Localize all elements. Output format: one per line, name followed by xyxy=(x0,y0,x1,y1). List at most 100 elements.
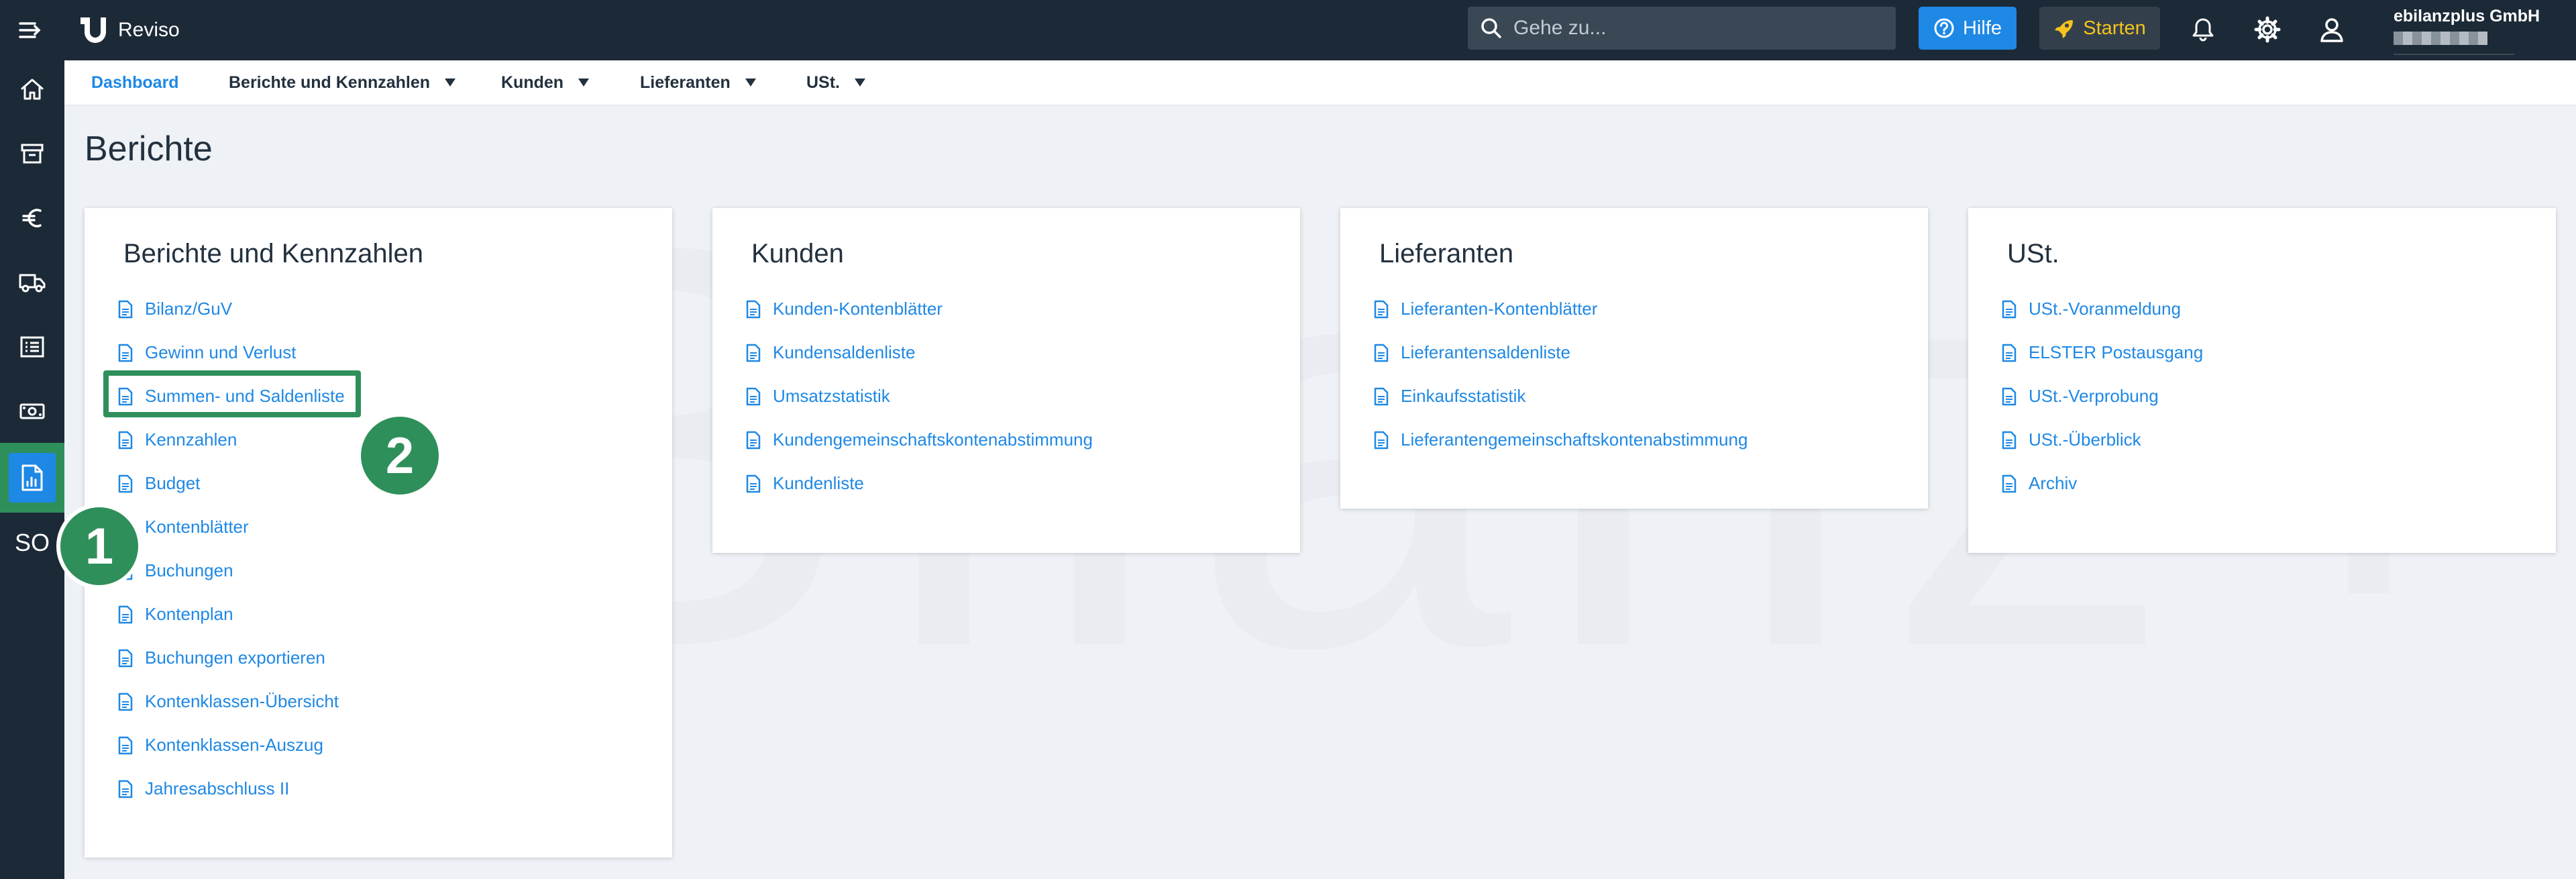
report-list: Lieferanten-Kontenblätter Lieferantensal… xyxy=(1374,287,1748,462)
subnav-dashboard[interactable]: Dashboard xyxy=(91,60,179,105)
company-name: ebilanzplus GmbH xyxy=(2394,7,2540,25)
report-link-budget[interactable]: Budget xyxy=(118,462,345,505)
report-label: Kontenblätter xyxy=(145,517,249,537)
document-icon xyxy=(118,300,133,318)
cash-icon xyxy=(19,403,45,419)
subnav-lieferanten[interactable]: Lieferanten xyxy=(640,60,756,105)
home-icon xyxy=(21,79,44,100)
report-label: Kontenplan xyxy=(145,604,233,624)
search-input[interactable] xyxy=(1512,16,1877,40)
document-icon xyxy=(118,387,133,405)
report-link-buchungen[interactable]: Buchungen xyxy=(118,549,345,592)
document-icon xyxy=(2002,474,2017,493)
search-icon xyxy=(1481,18,1501,38)
report-link-kundensaldenliste[interactable]: Kundensaldenliste xyxy=(746,331,1093,374)
document-icon xyxy=(118,649,133,667)
report-link-buchungen-exportieren[interactable]: Buchungen exportieren xyxy=(118,636,345,680)
sidebar-item-so[interactable]: SO xyxy=(0,519,64,566)
document-icon xyxy=(1374,300,1389,318)
report-link-ust-verprobung[interactable]: USt.-Verprobung xyxy=(2002,374,2203,418)
document-icon xyxy=(118,736,133,754)
help-label: Hilfe xyxy=(1962,17,2002,39)
document-icon xyxy=(118,344,133,362)
document-icon xyxy=(118,474,133,493)
euro-icon xyxy=(22,209,42,227)
report-list: Kunden-Kontenblätter Kundensaldenliste U… xyxy=(746,287,1093,505)
report-link-gewinn-verlust[interactable]: Gewinn und Verlust xyxy=(118,331,345,374)
document-icon xyxy=(746,344,761,362)
report-link-kundenliste[interactable]: Kundenliste xyxy=(746,462,1093,505)
page-title: Berichte xyxy=(85,130,213,168)
truck-icon xyxy=(19,274,46,293)
gear-icon[interactable] xyxy=(2250,12,2285,47)
document-icon xyxy=(118,431,133,449)
report-label: Lieferantensaldenliste xyxy=(1401,342,1570,362)
report-link-kontenklassen-auszug[interactable]: Kontenklassen-Auszug xyxy=(118,723,345,767)
sidebar-item-archive[interactable] xyxy=(0,130,64,177)
report-label: Kennzahlen xyxy=(145,429,237,450)
document-icon xyxy=(2002,431,2017,449)
report-link-summen-saldenliste[interactable]: Summen- und Saldenliste xyxy=(118,374,345,418)
report-label: Kontenklassen-Auszug xyxy=(145,735,323,755)
subnav-ust[interactable]: USt. xyxy=(806,60,865,105)
report-link-kundengemeinschaftskontenabstimmung[interactable]: Kundengemeinschaftskontenabstimmung xyxy=(746,418,1093,462)
report-link-einkaufsstatistik[interactable]: Einkaufsstatistik xyxy=(1374,374,1748,418)
report-link-jahresabschluss[interactable]: Jahresabschluss II xyxy=(118,767,345,811)
report-link-ust-voranmeldung[interactable]: USt.-Voranmeldung xyxy=(2002,287,2203,331)
menu-toggle-icon[interactable] xyxy=(13,13,47,47)
reviso-logo-icon xyxy=(80,17,106,43)
report-link-archiv[interactable]: Archiv xyxy=(2002,462,2203,505)
company-id-redacted xyxy=(2394,32,2487,45)
report-label: Buchungen xyxy=(145,560,233,580)
bell-icon[interactable] xyxy=(2186,12,2220,47)
sidebar-item-cash[interactable] xyxy=(0,388,64,435)
start-button[interactable]: Starten xyxy=(2039,7,2160,50)
list-icon xyxy=(20,336,44,358)
report-link-elster-postausgang[interactable]: ELSTER Postausgang xyxy=(2002,331,2203,374)
subnav-berichte-kennzahlen[interactable]: Berichte und Kennzahlen xyxy=(229,60,456,105)
report-link-kunden-kontenblaetter[interactable]: Kunden-Kontenblätter xyxy=(746,287,1093,331)
report-link-kennzahlen[interactable]: Kennzahlen xyxy=(118,418,345,462)
sidebar-item-reports[interactable] xyxy=(0,443,64,513)
subnav-kunden-label: Kunden xyxy=(501,72,564,92)
report-link-lieferantengemeinschaftskontenabstimmung[interactable]: Lieferantengemeinschaftskontenabstimmung xyxy=(1374,418,1748,462)
user-icon[interactable] xyxy=(2314,12,2349,47)
report-link-lieferantensaldenliste[interactable]: Lieferantensaldenliste xyxy=(1374,331,1748,374)
document-icon xyxy=(118,605,133,623)
sidebar-item-lists[interactable] xyxy=(0,323,64,370)
sidebar: SO xyxy=(0,60,64,879)
report-label: Budget xyxy=(145,473,201,493)
company-switcher[interactable]: ebilanzplus GmbH xyxy=(2394,7,2540,45)
sidebar-item-home[interactable] xyxy=(0,66,64,113)
document-icon xyxy=(2002,300,2017,318)
rocket-icon xyxy=(2055,20,2074,38)
document-icon xyxy=(118,692,133,711)
card-title: Berichte und Kennzahlen xyxy=(123,239,423,268)
caret-down-icon xyxy=(578,79,590,87)
report-label: Buchungen exportieren xyxy=(145,648,325,668)
subnav-kunden[interactable]: Kunden xyxy=(501,60,590,105)
report-link-umsatzstatistik[interactable]: Umsatzstatistik xyxy=(746,374,1093,418)
report-label: USt.-Verprobung xyxy=(2029,386,2159,406)
step-badge-1: 1 xyxy=(56,503,142,589)
report-link-bilanz-guv[interactable]: Bilanz/GuV xyxy=(118,287,345,331)
search-box[interactable] xyxy=(1468,7,1896,50)
brand-logo[interactable]: Reviso xyxy=(78,12,180,48)
sidebar-item-finance[interactable] xyxy=(0,195,64,242)
report-link-lieferanten-kontenblaetter[interactable]: Lieferanten-Kontenblätter xyxy=(1374,287,1748,331)
report-link-kontenklassen-uebersicht[interactable]: Kontenklassen-Übersicht xyxy=(118,680,345,723)
document-icon xyxy=(2002,344,2017,362)
help-icon xyxy=(1934,18,1954,38)
document-icon xyxy=(118,780,133,798)
sidebar-item-purchases[interactable] xyxy=(0,259,64,306)
report-link-kontenplan[interactable]: Kontenplan xyxy=(118,592,345,636)
report-label: Kundengemeinschaftskontenabstimmung xyxy=(773,429,1093,450)
start-label: Starten xyxy=(2083,17,2146,39)
report-label: Kontenklassen-Übersicht xyxy=(145,691,339,711)
document-icon xyxy=(2002,387,2017,405)
help-button[interactable]: Hilfe xyxy=(1919,7,2017,50)
report-link-kontenblaetter[interactable]: Kontenblätter xyxy=(118,505,345,549)
card-title: Kunden xyxy=(751,239,844,268)
report-link-ust-ueberblick[interactable]: USt.-Überblick xyxy=(2002,418,2203,462)
company-underline xyxy=(2394,54,2514,55)
